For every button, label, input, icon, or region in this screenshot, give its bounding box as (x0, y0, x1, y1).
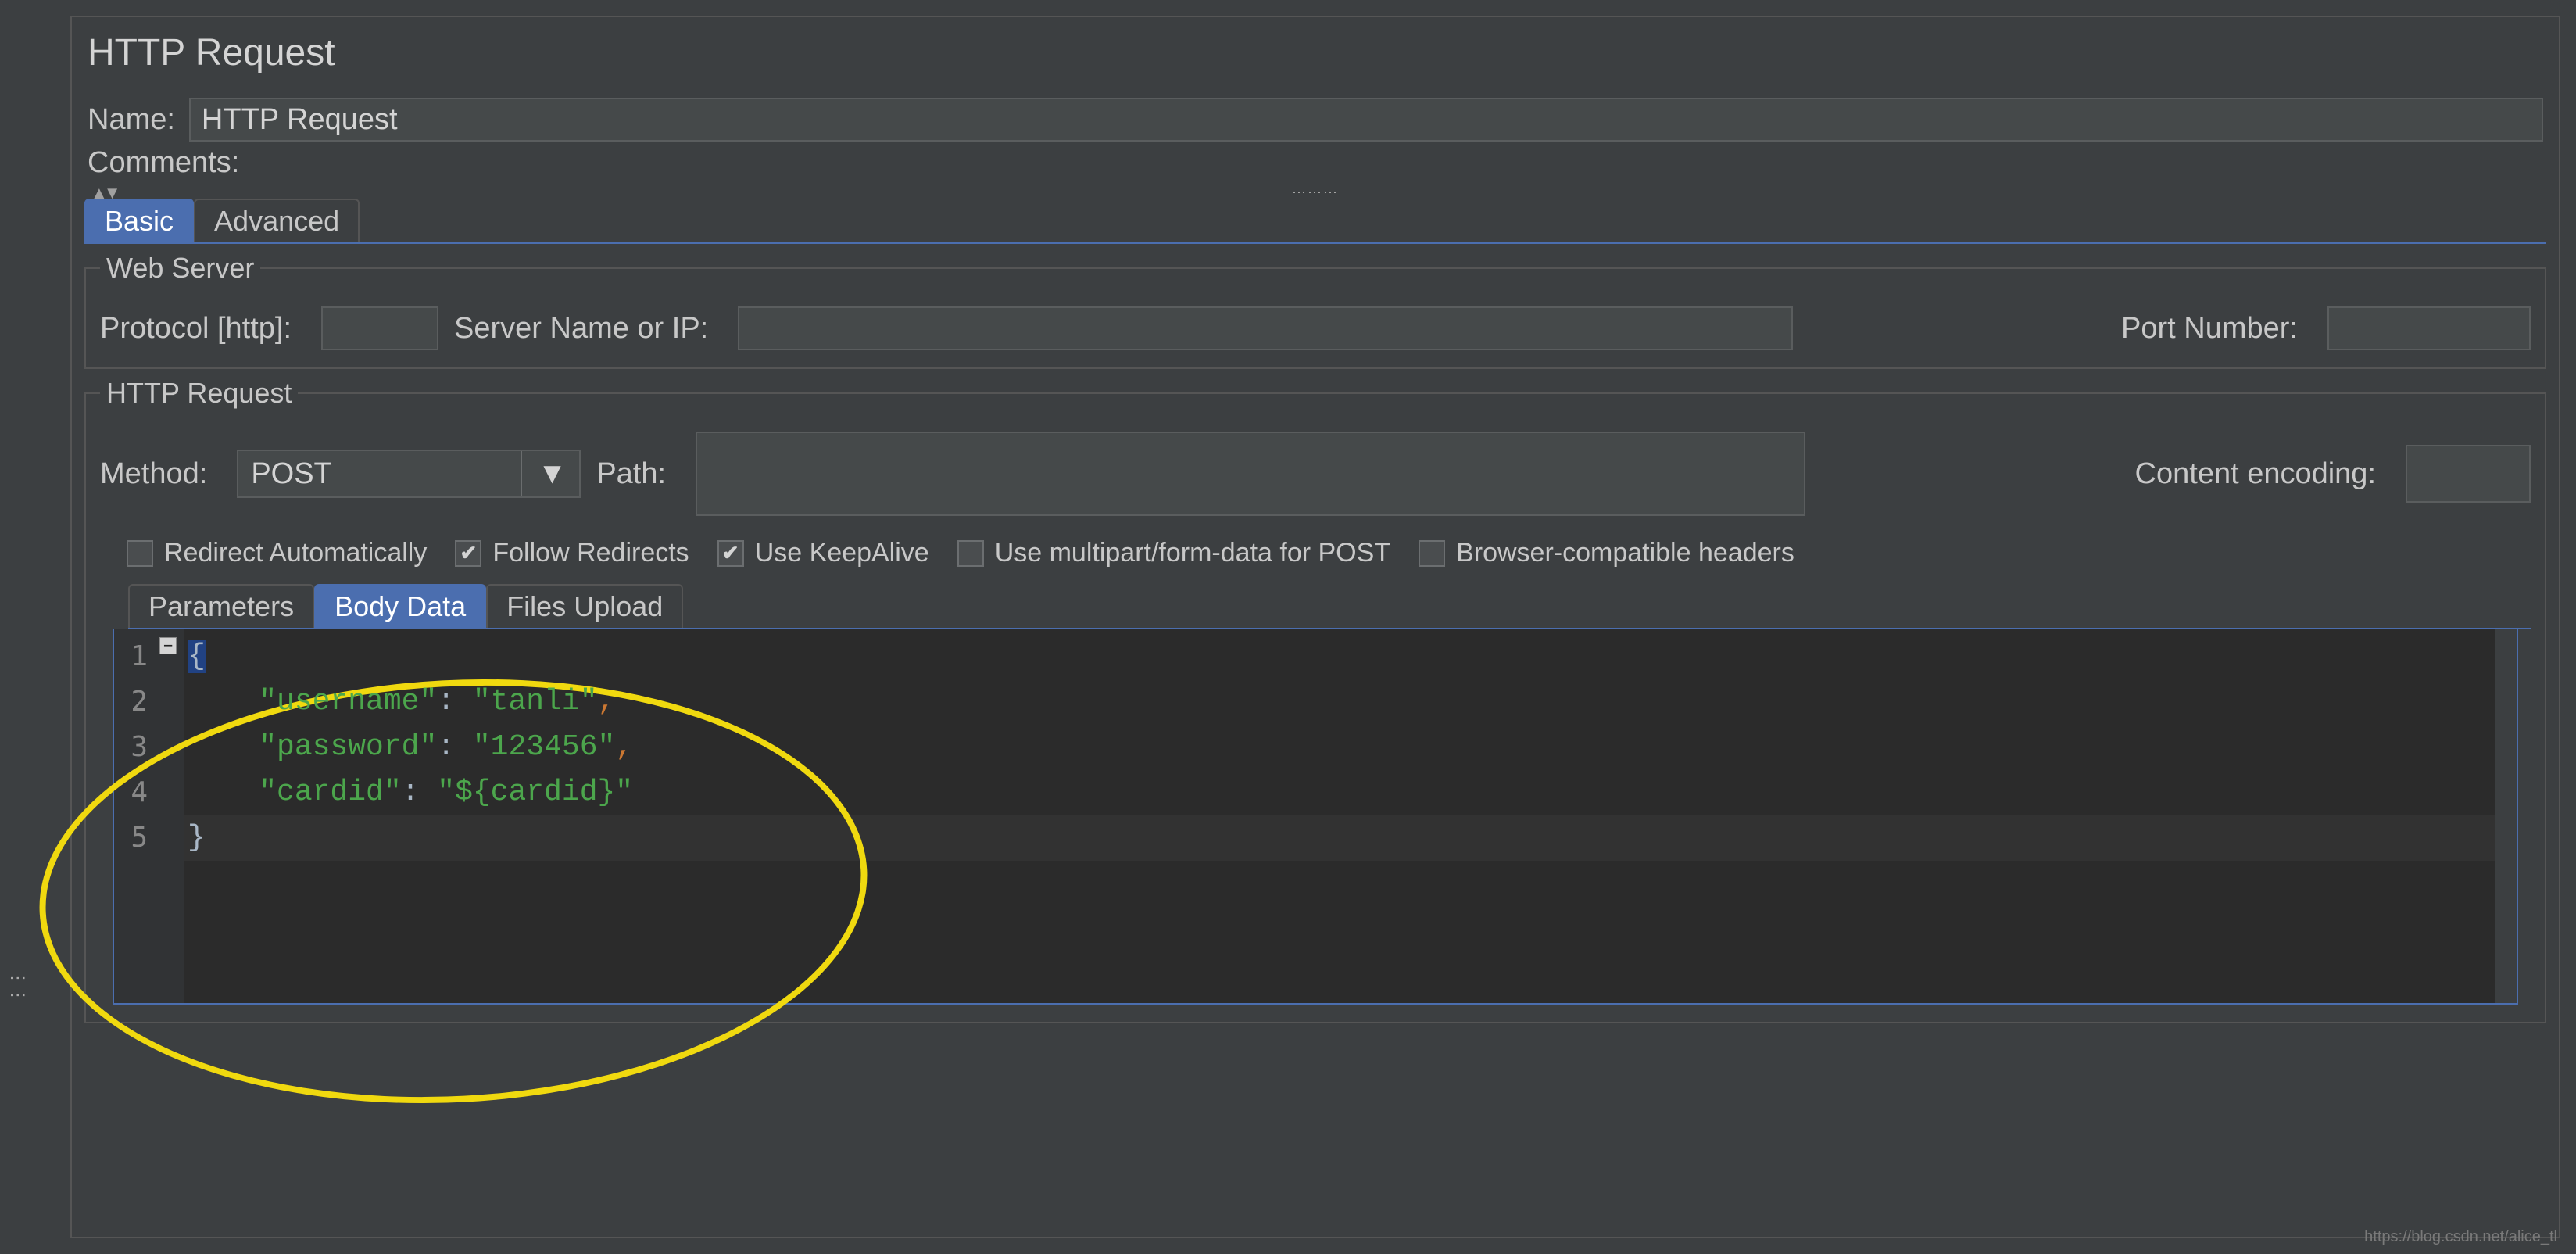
panel-title: HTTP Request (72, 17, 2559, 93)
name-row: Name: (88, 98, 2543, 142)
checkbox-icon (957, 540, 984, 567)
tab-basic[interactable]: Basic (84, 199, 194, 242)
fold-minus-icon[interactable]: − (159, 637, 177, 654)
checkbox-icon (455, 540, 481, 567)
checkbox-icon (127, 540, 153, 567)
http-request-panel: HTTP Request Name: Comments: ▲▼ ⋯⋯⋯ Basi… (70, 16, 2560, 1238)
body-tabs: Parameters Body Data Files Upload (128, 584, 2531, 629)
name-label: Name: (88, 103, 175, 137)
comments-row: Comments: (88, 146, 2543, 180)
main-tabs: Basic Advanced (84, 199, 2546, 244)
port-input[interactable] (2327, 306, 2531, 350)
check-multipart[interactable]: Use multipart/form-data for POST (957, 538, 1390, 568)
method-select[interactable]: POST ▼ (237, 450, 581, 498)
chevron-down-icon: ▼ (521, 451, 567, 496)
method-label: Method: (100, 457, 207, 491)
editor-scrollbar[interactable] (2495, 629, 2517, 1003)
protocol-input[interactable] (321, 306, 438, 350)
left-grip-icon[interactable]: ⋮⋮ (8, 969, 28, 1004)
checkbox-icon (717, 540, 744, 567)
web-server-group: Web Server Protocol [http]: Server Name … (84, 252, 2546, 369)
line-number-gutter: 12345 (114, 629, 156, 1003)
path-label: Path: (596, 457, 666, 491)
tab-parameters[interactable]: Parameters (128, 584, 314, 628)
tab-advanced[interactable]: Advanced (194, 199, 360, 242)
server-name-label: Server Name or IP: (454, 312, 708, 346)
encoding-label: Content encoding: (2135, 457, 2376, 491)
drag-dots-icon[interactable]: ⋯⋯⋯ (1292, 185, 1339, 201)
split-handle[interactable]: ▲▼ ⋯⋯⋯ (72, 185, 2559, 195)
watermark-text: https://blog.csdn.net/alice_tl (2364, 1228, 2557, 1246)
comments-label: Comments: (88, 146, 239, 180)
web-server-legend: Web Server (100, 252, 260, 285)
checkbox-row: Redirect Automatically Follow Redirects … (127, 538, 2531, 568)
path-input[interactable] (696, 432, 1805, 516)
http-request-group: HTTP Request Method: POST ▼ Path: Conten… (84, 377, 2546, 1023)
server-name-input[interactable] (738, 306, 1793, 350)
tab-files-upload[interactable]: Files Upload (486, 584, 683, 628)
code-area[interactable]: { "username": "tanli", "password": "1234… (184, 629, 2495, 1003)
encoding-input[interactable] (2406, 445, 2531, 503)
http-request-legend: HTTP Request (100, 377, 298, 410)
collapse-icon[interactable]: ▲▼ (91, 183, 117, 203)
check-browser-compat[interactable]: Browser-compatible headers (1419, 538, 1794, 568)
port-label: Port Number: (2121, 312, 2298, 346)
method-value: POST (251, 457, 331, 491)
check-redirect-auto[interactable]: Redirect Automatically (127, 538, 427, 568)
body-data-editor[interactable]: 12345 − { "username": "tanli", "password… (113, 629, 2518, 1005)
name-input[interactable] (189, 98, 2543, 142)
check-follow-redirects[interactable]: Follow Redirects (455, 538, 689, 568)
tab-body-data[interactable]: Body Data (314, 584, 486, 628)
fold-column: − (156, 629, 184, 1003)
protocol-label: Protocol [http]: (100, 312, 292, 346)
check-keepalive[interactable]: Use KeepAlive (717, 538, 929, 568)
checkbox-icon (1419, 540, 1445, 567)
